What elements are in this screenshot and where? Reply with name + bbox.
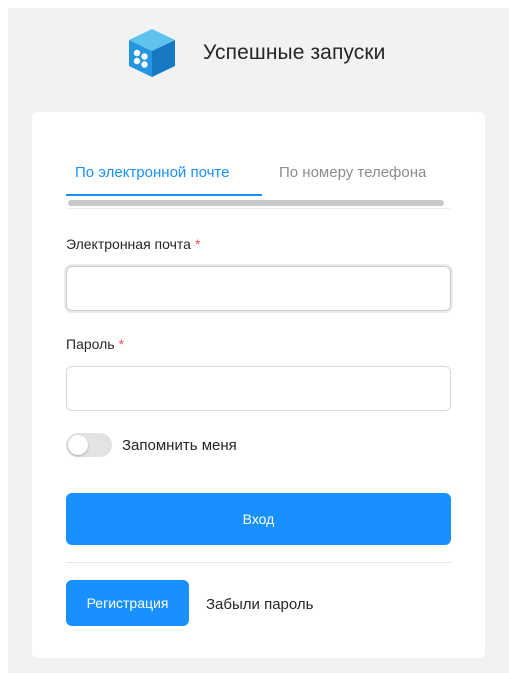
email-label-text: Электронная почта: [66, 236, 191, 252]
active-tab-indicator: [66, 194, 262, 196]
tab-email[interactable]: По электронной почте: [75, 164, 229, 181]
register-button[interactable]: Регистрация: [66, 580, 189, 626]
footer-divider: [66, 562, 451, 563]
tab-phone[interactable]: По номеру телефона: [279, 164, 426, 181]
app-title: Успешные запуски: [203, 41, 386, 64]
password-label-text: Пароль: [66, 336, 115, 352]
brand-header: Успешные запуски: [125, 26, 386, 80]
password-input[interactable]: [66, 366, 451, 411]
login-method-tabs: По электронной почте По номеру телефона: [66, 152, 448, 210]
password-label: Пароль *: [66, 336, 124, 352]
tabs-scrollbar[interactable]: [68, 200, 444, 206]
forgot-password-link[interactable]: Забыли пароль: [206, 596, 313, 613]
tabs-divider: [66, 208, 450, 209]
remember-me-toggle[interactable]: [66, 433, 112, 457]
cube-logo-icon: [129, 29, 175, 77]
email-input[interactable]: [66, 266, 451, 311]
login-button[interactable]: Вход: [66, 493, 451, 545]
remember-me-label: Запомнить меня: [122, 436, 237, 454]
email-label: Электронная почта *: [66, 236, 200, 252]
remember-me-row: Запомнить меня: [66, 432, 237, 458]
required-mark: *: [194, 236, 201, 252]
toggle-knob: [68, 435, 88, 455]
login-card: По электронной почте По номеру телефона …: [32, 112, 485, 658]
required-mark: *: [118, 336, 125, 352]
